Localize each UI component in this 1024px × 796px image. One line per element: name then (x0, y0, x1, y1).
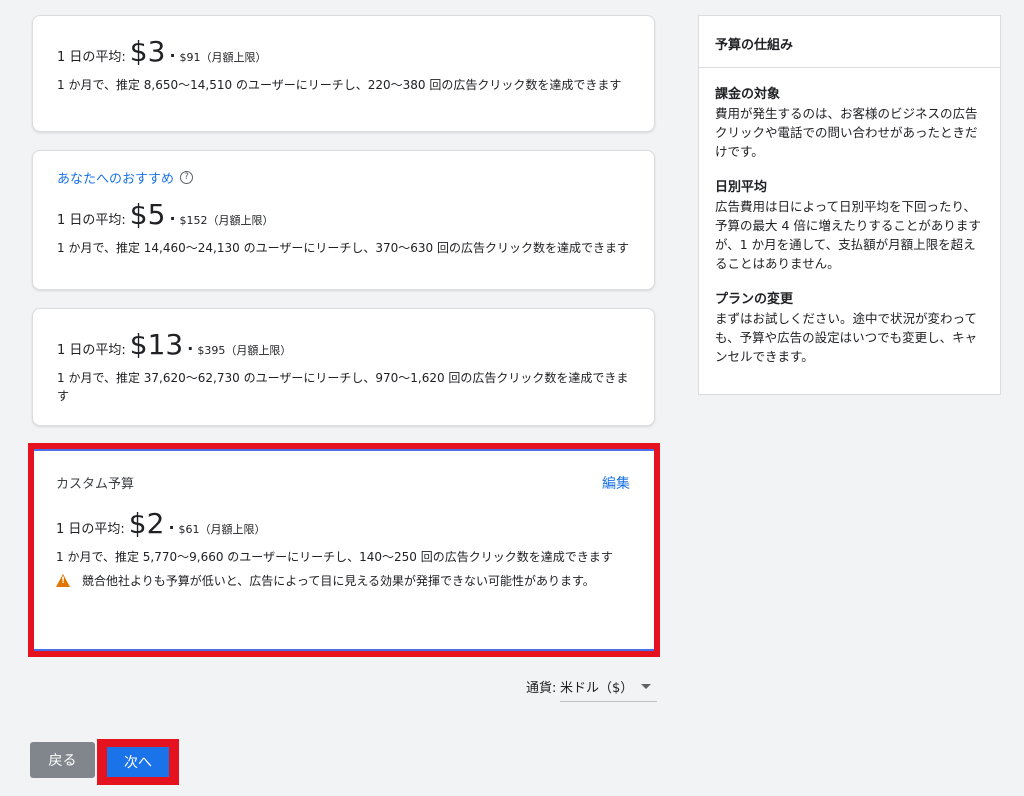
daily-average-row: 1 日の平均: $13 · $395（月額上限） (57, 331, 630, 359)
warning-text: 競合他社よりも予算が低いと、広告によって目に見える効果が発揮できない可能性があり… (82, 574, 595, 588)
daily-price: $13 (129, 328, 184, 361)
info-section-plan-change: プランの変更 まずはお試しください。途中で状況が変わっても、予算や広告の設定はい… (699, 291, 1000, 366)
section-heading: 日別平均 (715, 180, 768, 195)
daily-average-label: 1 日の平均: (56, 522, 125, 537)
budget-option-card-2[interactable]: あなたへのおすすめ ? 1 日の平均: $5 · $152（月額上限） 1 か月… (32, 150, 655, 290)
help-icon[interactable]: ? (180, 171, 194, 184)
section-body: 広告費用は日によって日別平均を下回ったり、予算の最大 4 倍に増えたりすることが… (715, 199, 981, 271)
section-body: 費用が発生するのは、お客様のビジネスの広告クリックや電話での問い合わせがあったと… (715, 106, 978, 159)
custom-budget-card[interactable]: カスタム予算 編集 1 日の平均: $2 · $61（月額上限） 1 か月で、推… (28, 443, 660, 657)
next-button[interactable]: 次へ (107, 747, 169, 777)
monthly-cap: $91（月額上限） (179, 51, 267, 64)
monthly-cap: $61（月額上限） (178, 523, 266, 536)
daily-average-row: 1 日の平均: $5 · $152（月額上限） (57, 201, 630, 229)
next-button-highlight: 次へ (97, 739, 179, 785)
separator-dot: · (187, 339, 194, 358)
separator-dot: · (168, 518, 175, 537)
daily-average-row: 1 日の平均: $3 · $91（月額上限） (57, 38, 630, 66)
section-heading: プランの変更 (715, 292, 794, 307)
section-body: まずはお試しください。途中で状況が変わっても、予算や広告の設定はいつでも変更し、… (715, 311, 978, 364)
reach-estimate: 1 か月で、推定 14,460〜24,130 のユーザーにリーチし、370〜63… (57, 241, 629, 255)
custom-budget-title: カスタム予算 (56, 477, 135, 492)
budget-option-card-3[interactable]: 1 日の平均: $13 · $395（月額上限） 1 か月で、推定 37,620… (32, 308, 655, 426)
reach-estimate: 1 か月で、推定 37,620〜62,730 のユーザーにリーチし、970〜1,… (57, 371, 629, 403)
daily-average-row: 1 日の平均: $2 · $61（月額上限） (56, 510, 632, 538)
budget-warning: ! 競合他社よりも予算が低いと、広告によって目に見える効果が発揮できない可能性が… (56, 572, 632, 590)
info-section-billing: 課金の対象 費用が発生するのは、お客様のビジネスの広告クリックや電話での問い合わ… (699, 86, 1000, 161)
daily-price: $3 (129, 35, 166, 68)
info-section-daily-average: 日別平均 広告費用は日によって日別平均を下回ったり、予算の最大 4 倍に増えたり… (699, 179, 1000, 273)
reach-estimate: 1 か月で、推定 5,770〜9,660 のユーザーにリーチし、140〜250 … (56, 550, 613, 564)
budget-info-panel: 予算の仕組み 課金の対象 費用が発生するのは、お客様のビジネスの広告クリックや電… (698, 15, 1001, 395)
separator-dot: · (169, 209, 176, 228)
monthly-cap: $395（月額上限） (197, 344, 292, 357)
recommended-row: あなたへのおすすめ ? (57, 168, 630, 187)
monthly-cap: $152（月額上限） (179, 214, 274, 227)
back-button[interactable]: 戻る (30, 742, 95, 778)
budget-option-card-1[interactable]: 1 日の平均: $3 · $91（月額上限） 1 か月で、推定 8,650〜14… (32, 15, 655, 132)
reach-estimate: 1 か月で、推定 8,650〜14,510 のユーザーにリーチし、220〜380… (57, 78, 622, 92)
daily-price: $2 (128, 507, 165, 540)
warning-icon: ! (56, 574, 70, 587)
recommended-label: あなたへのおすすめ (57, 172, 175, 187)
currency-label: 通貨: (526, 681, 557, 696)
panel-title: 予算の仕組み (699, 16, 1000, 68)
chevron-down-icon (641, 684, 651, 689)
daily-average-label: 1 日の平均: (57, 213, 126, 228)
currency-select[interactable]: 米ドル（$） (560, 672, 657, 702)
custom-budget-content: カスタム予算 編集 1 日の平均: $2 · $61（月額上限） 1 か月で、推… (34, 449, 654, 651)
daily-price: $5 (129, 198, 166, 231)
daily-average-label: 1 日の平均: (57, 343, 126, 358)
separator-dot: · (169, 46, 176, 65)
section-heading: 課金の対象 (715, 87, 781, 102)
currency-value: 米ドル（$） (560, 681, 634, 696)
edit-link[interactable]: 編集 (602, 473, 630, 493)
daily-average-label: 1 日の平均: (57, 50, 126, 65)
